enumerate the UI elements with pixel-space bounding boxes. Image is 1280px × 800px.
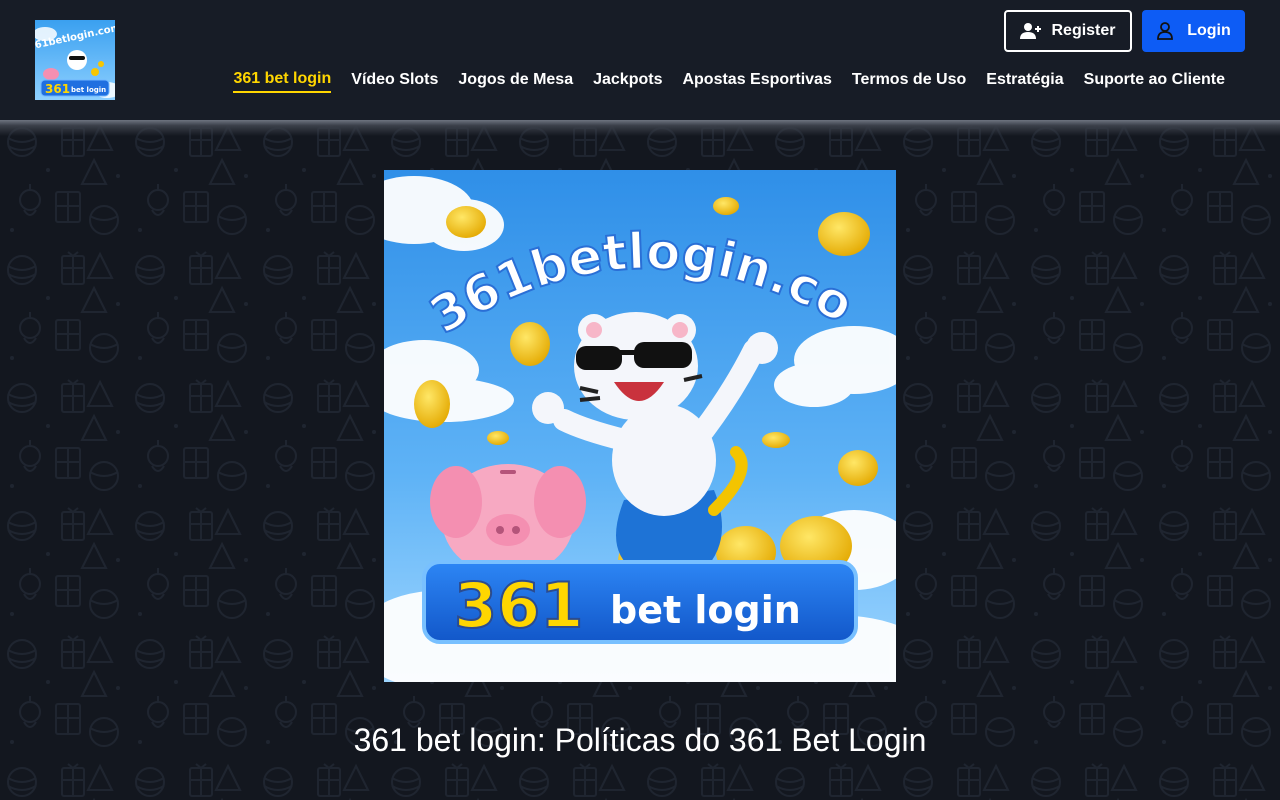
site-header: 361betlogin.com 361 bet login Register L… [0,0,1280,120]
svg-text:361: 361 [45,82,70,96]
login-button[interactable]: Login [1142,10,1245,52]
nav-item-termos-de-uso[interactable]: Termos de Uso [852,71,966,92]
site-logo[interactable]: 361betlogin.com 361 bet login [35,20,115,100]
header-shadow [0,120,1280,136]
nav-item-361-bet-login[interactable]: 361 bet login [233,70,332,93]
nav-item-jogos-de-mesa[interactable]: Jogos de Mesa [458,71,573,92]
nav-item-estrategia[interactable]: Estratégia [986,71,1063,92]
hero-image: 361betlogin.com [384,170,896,682]
register-label: Register [1051,22,1116,39]
nav-item-apostas-esportivas[interactable]: Apostas Esportivas [682,71,831,92]
nav-item-video-slots[interactable]: Vídeo Slots [351,71,438,92]
user-icon [1156,22,1178,40]
nav-item-suporte-ao-cliente[interactable]: Suporte ao Cliente [1084,71,1225,92]
page-title: 361 bet login: Políticas do 361 Bet Logi… [353,722,927,758]
hero-badge-number: 361 [454,569,583,642]
hero-badge-text: bet login [610,588,801,632]
login-label: Login [1187,22,1231,39]
hero-badge: 361 bet login [422,560,858,644]
nav-item-jackpots[interactable]: Jackpots [593,71,662,92]
main-nav: 361 bet login Vídeo Slots Jogos de Mesa … [233,70,1225,93]
user-plus-icon [1020,22,1042,40]
svg-text:bet login: bet login [71,86,106,94]
register-button[interactable]: Register [1004,10,1132,52]
